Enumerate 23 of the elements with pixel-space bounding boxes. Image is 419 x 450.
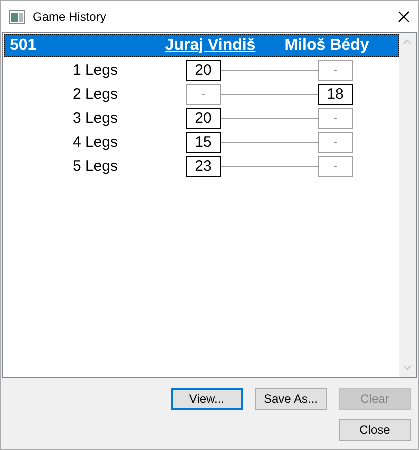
score-box: - xyxy=(318,156,353,176)
leg-label: 4 Legs xyxy=(72,134,118,150)
view-button[interactable]: View... xyxy=(171,388,243,410)
score-box: - xyxy=(318,60,353,80)
leg-label: 3 Legs xyxy=(72,110,118,126)
score-box: 18 xyxy=(318,84,353,104)
game-type: 501 xyxy=(9,36,38,54)
score-box: 20 xyxy=(186,60,221,80)
score-box: - xyxy=(186,84,221,104)
window-title: Game History xyxy=(33,10,108,24)
player-name: Miloš Bédy xyxy=(284,36,370,54)
score-box: - xyxy=(318,108,353,128)
score-box: - xyxy=(318,132,353,152)
leg-label: 5 Legs xyxy=(72,158,118,174)
score-box: 15 xyxy=(186,132,221,152)
score-box: 23 xyxy=(186,156,221,176)
close-button[interactable]: Close xyxy=(339,419,411,441)
score-box: 20 xyxy=(186,108,221,128)
match-header-row[interactable]: 501 Juraj Vindiš Miloš Bédy xyxy=(4,34,399,57)
leg-label: 2 Legs xyxy=(72,86,118,102)
save-as-button[interactable]: Save As... xyxy=(255,388,327,410)
leg-label: 1 Legs xyxy=(72,62,118,78)
player-name: Juraj Vindiš xyxy=(164,36,257,54)
